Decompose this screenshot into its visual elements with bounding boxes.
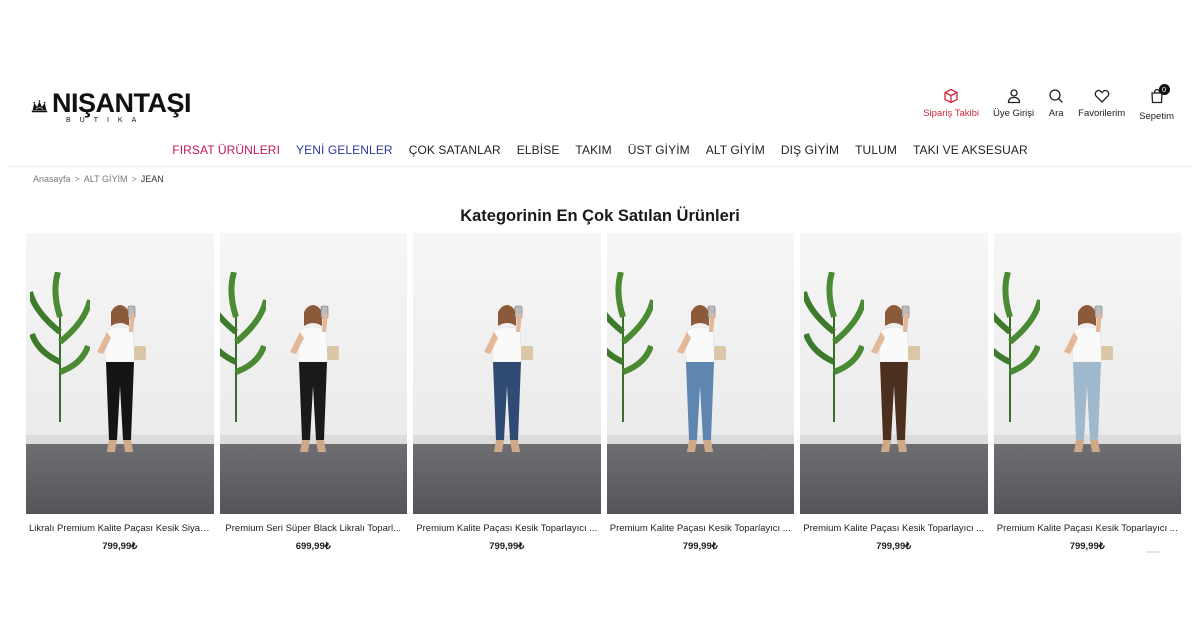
carousel-indicator[interactable] (1146, 551, 1160, 553)
breadcrumb-separator: > (74, 174, 80, 184)
login-button[interactable]: Üye Girişi (993, 88, 1034, 119)
breadcrumb-separator: > (131, 174, 137, 184)
main-nav: FIRSAT ÜRÜNLERI YENİ GELENLER ÇOK SATANL… (0, 143, 1200, 157)
plant-decor (219, 272, 266, 423)
product-name[interactable]: Premium Seri Süper Black Likralı Toparl.… (220, 523, 408, 534)
model-figure (1064, 305, 1114, 453)
nav-item-ust-giyim[interactable]: ÜST GİYİM (628, 143, 690, 157)
nav-item-tulum[interactable]: TULUM (855, 143, 897, 157)
product-card[interactable]: Premium Kalite Paçası Kesik Toparlayıcı … (800, 233, 988, 552)
plant-decor (993, 272, 1040, 423)
product-price: 699,99₺ (295, 541, 331, 552)
model-figure (870, 305, 920, 453)
crown-icon (31, 100, 48, 113)
plant-decor (804, 272, 864, 423)
logo-subtitle: BUTIKA (65, 117, 146, 124)
plant-decor (606, 272, 653, 423)
model-figure (96, 305, 146, 453)
product-name[interactable]: Premium Kalite Paçası Kesik Toparlayıcı … (800, 523, 988, 534)
header-actions: Sipariş Takibi Üye Girişi Ara Favorileri… (909, 84, 1174, 122)
site-logo[interactable]: NIŞANTAŞI BUTIKA (31, 87, 192, 127)
plant-decor (30, 272, 90, 423)
product-image[interactable] (800, 233, 988, 514)
nav-item-takim[interactable]: TAKIM (575, 143, 611, 157)
header-divider (8, 166, 1192, 167)
nav-item-taki-aksesuar[interactable]: TAKI VE AKSESUAR (913, 143, 1028, 157)
product-name[interactable]: Premium Kalite Paçası Kesik Toparlayıcı … (994, 523, 1182, 534)
product-name[interactable]: Premium Kalite Paçası Kesik Toparlayıcı … (607, 523, 795, 534)
model-figure (290, 305, 340, 453)
product-card[interactable]: Likralı Premium Kalite Paçası Kesik Siya… (26, 233, 214, 552)
logo-wordmark: NIŞANTAŞI (51, 88, 192, 118)
nav-item-yeni-gelenler[interactable]: YENİ GELENLER (296, 143, 393, 157)
nav-item-cok-satanlar[interactable]: ÇOK SATANLAR (409, 143, 501, 157)
product-image[interactable] (993, 233, 1181, 514)
product-card[interactable]: Premium Kalite Paçası Kesik Toparlayıcı … (413, 233, 601, 552)
product-image[interactable] (413, 233, 601, 514)
cart-button[interactable]: 0 Sepetim (1139, 84, 1174, 122)
product-price: 799,99₺ (682, 541, 718, 552)
breadcrumb: Anasayfa > ALT GİYİM > JEAN (33, 174, 164, 184)
nav-item-firsat[interactable]: FIRSAT ÜRÜNLERI (172, 143, 280, 157)
product-price: 799,99₺ (102, 541, 138, 552)
product-card[interactable]: Premium Kalite Paçası Kesik Toparlayıcı … (606, 233, 795, 552)
product-name[interactable]: Premium Kalite Paçası Kesik Toparlayıcı … (413, 523, 601, 534)
product-image[interactable] (219, 233, 407, 514)
order-tracking-button[interactable]: Sipariş Takibi (923, 88, 979, 119)
order-tracking-label: Sipariş Takibi (923, 108, 979, 119)
section-title: Kategorinin En Çok Satılan Ürünleri (460, 207, 740, 225)
heart-icon (1094, 89, 1109, 103)
product-name[interactable]: Likralı Premium Kalite Paçası Kesik Siya… (26, 523, 214, 534)
product-card[interactable]: Premium Kalite Paçası Kesik Toparlayıcı … (993, 233, 1182, 552)
breadcrumb-alt-giyim[interactable]: ALT GİYİM (84, 174, 128, 184)
search-icon (1049, 89, 1064, 103)
model-figure (677, 305, 727, 453)
product-image[interactable] (26, 233, 214, 514)
search-label: Ara (1048, 108, 1064, 119)
breadcrumb-current: JEAN (140, 174, 164, 184)
user-icon (1007, 89, 1020, 104)
cart-count-badge: 0 (1158, 84, 1170, 95)
favorites-label: Favorilerim (1078, 108, 1126, 119)
package-icon (944, 88, 958, 104)
nav-item-dis-giyim[interactable]: DIŞ GİYİM (781, 143, 839, 157)
model-figure (483, 305, 533, 453)
favorites-button[interactable]: Favorilerim (1078, 88, 1125, 119)
product-carousel: Likralı Premium Kalite Paçası Kesik Siya… (26, 233, 1181, 552)
product-price: 799,99₺ (489, 541, 525, 552)
nav-item-elbise[interactable]: ELBİSE (517, 143, 560, 157)
product-card[interactable]: Premium Seri Süper Black Likralı Toparl.… (219, 233, 408, 552)
search-button[interactable]: Ara (1048, 88, 1064, 119)
product-image[interactable] (606, 233, 794, 514)
login-label: Üye Girişi (992, 108, 1035, 119)
cart-label: Sepetim (1139, 111, 1174, 122)
page: NIŞANTAŞI BUTIKA Sipariş Takibi Üye Giri… (0, 0, 1200, 630)
nav-item-alt-giyim[interactable]: ALT GİYİM (706, 143, 765, 157)
product-price: 799,99₺ (876, 541, 912, 552)
breadcrumb-home[interactable]: Anasayfa (33, 174, 71, 184)
